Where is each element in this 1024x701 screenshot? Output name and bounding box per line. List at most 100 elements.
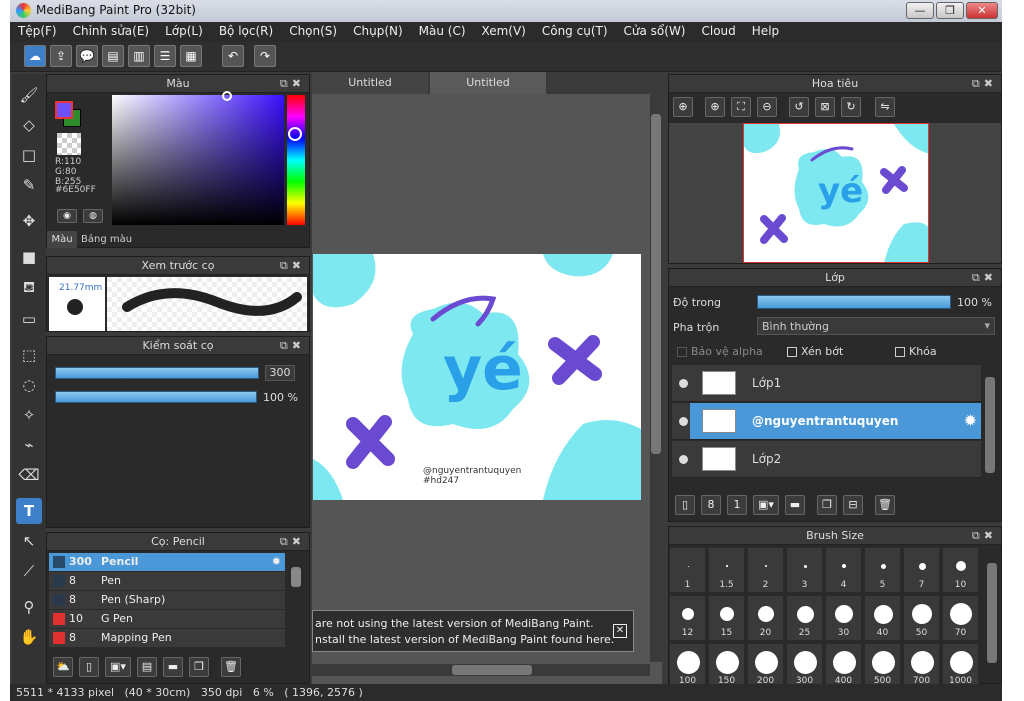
panel-controls-icon[interactable]: ⧉✖ [972, 527, 997, 544]
brush-item-mapping-pen[interactable]: 8 Mapping Pen [49, 629, 285, 647]
merge-layer-icon[interactable]: ⊟ [843, 495, 863, 515]
brush-opacity-slider[interactable] [55, 391, 257, 403]
brush-size-15[interactable]: 15 [708, 595, 745, 641]
panel-controls-icon[interactable]: ⧉✖ [972, 269, 997, 286]
layer-list-scrollbar[interactable] [983, 365, 997, 485]
brush-delete-icon[interactable]: 🗑 [221, 657, 241, 677]
move-tool-icon[interactable]: ✥ [16, 208, 42, 234]
visibility-eye-icon[interactable] [679, 455, 688, 464]
scroll-thumb[interactable] [291, 567, 301, 587]
list-icon[interactable]: ☰ [154, 45, 176, 67]
brush-size-7[interactable]: 7 [903, 547, 940, 593]
menu-view[interactable]: Xem(V) [474, 22, 534, 42]
duplicate-layer-icon[interactable]: ❐ [817, 495, 837, 515]
new-halftone-layer-icon[interactable]: 8 [701, 495, 721, 515]
menu-select[interactable]: Chọn(S) [281, 22, 345, 42]
brush-size-40[interactable]: 40 [864, 595, 901, 641]
doc-tab-1[interactable]: Untitled [312, 72, 428, 94]
select-pen-tool-icon[interactable]: ⌁ [16, 432, 42, 458]
brush-item-pencil[interactable]: 300 Pencil ✹ [49, 553, 285, 571]
protect-alpha-checkbox[interactable] [677, 347, 687, 357]
layer-item-signature[interactable]: @nguyentrantuquyen ✹ [690, 403, 981, 440]
select-eraser-tool-icon[interactable]: ⌫ [16, 462, 42, 488]
zoom-in-icon[interactable]: ⊕ [705, 97, 725, 117]
layer-item-1[interactable]: Lớp1 [672, 365, 981, 402]
brush-cloud-icon[interactable]: ⛅ [53, 657, 73, 677]
panel-controls-icon[interactable]: ⧉✖ [280, 337, 305, 354]
saturation-value-picker[interactable] [112, 91, 284, 225]
grid-icon[interactable]: ▦ [180, 45, 202, 67]
brush-size-30[interactable]: 30 [825, 595, 862, 641]
menu-layer[interactable]: Lớp(L) [157, 22, 211, 42]
transparent-swatch[interactable] [57, 133, 81, 155]
drawing-viewport[interactable]: yé @nguyentrantuquyen #hd247 [312, 94, 648, 662]
menu-tools[interactable]: Công cụ(T) [534, 22, 616, 42]
panel-controls-icon[interactable]: ⧉✖ [280, 533, 305, 550]
brush-size-scrollbar[interactable] [985, 547, 999, 681]
brush-size-4[interactable]: 4 [825, 547, 862, 593]
eraser-tool-icon[interactable]: ◇ [16, 112, 42, 138]
brush-size-100[interactable]: 100 [669, 643, 706, 685]
palette-add-icon[interactable]: ◉ [57, 209, 77, 223]
doc-tab-2[interactable]: Untitled [430, 72, 546, 94]
blend-mode-select[interactable]: Bình thường ▾ [757, 317, 995, 335]
layer-settings-gear-icon[interactable]: ✹ [964, 411, 977, 430]
brush-item-pen[interactable]: 8 Pen [49, 572, 285, 590]
reset-view-icon[interactable]: ⊠ [815, 97, 835, 117]
visibility-eye-icon[interactable] [679, 417, 688, 426]
brush-settings-gear-icon[interactable]: ✹ [272, 553, 281, 571]
layer-item-2[interactable]: Lớp2 [672, 441, 981, 478]
panel-controls-icon[interactable]: ⧉✖ [280, 75, 305, 92]
brush-item-pen-sharp[interactable]: 8 Pen (Sharp) [49, 591, 285, 609]
brush-size-value[interactable]: 300 [265, 365, 295, 381]
notification-close-icon[interactable]: ✕ [613, 624, 627, 638]
flip-icon[interactable]: ⇋ [875, 97, 895, 117]
brush-new-icon[interactable]: ▯ [79, 657, 99, 677]
brush-size-50[interactable]: 50 [903, 595, 940, 641]
menu-file[interactable]: Tệp(F) [10, 22, 65, 42]
fill-rect-tool-icon[interactable]: ■ [16, 244, 42, 270]
brush-size-1000[interactable]: 1000 [942, 643, 979, 685]
scroll-thumb[interactable] [452, 665, 532, 675]
brush-tool-icon[interactable]: 🖌 [16, 82, 42, 108]
brush-size-12[interactable]: 12 [669, 595, 706, 641]
brush-folder-icon[interactable]: ▬ [163, 657, 183, 677]
cloud-icon[interactable]: ☁ [24, 45, 46, 67]
update-notification[interactable]: are not using the latest version of Medi… [312, 610, 634, 652]
page-icon[interactable]: ▥ [128, 45, 150, 67]
canvas-vertical-scrollbar[interactable] [650, 94, 662, 662]
lock-checkbox[interactable] [895, 347, 905, 357]
scroll-thumb[interactable] [987, 563, 997, 663]
zoom-fit-icon[interactable]: ⊕ [673, 97, 693, 117]
close-button[interactable]: ✕ [966, 2, 998, 19]
eyedropper-tool-icon[interactable]: ⚲ [16, 594, 42, 620]
operation-tool-icon[interactable]: ↖ [16, 528, 42, 554]
panel-controls-icon[interactable]: ⧉✖ [972, 75, 997, 92]
artwork-canvas[interactable]: yé @nguyentrantuquyen #hd247 [313, 254, 641, 500]
share-icon[interactable]: ⇪ [50, 45, 72, 67]
hand-tool-icon[interactable]: ✋ [16, 624, 42, 650]
menu-edit[interactable]: Chỉnh sửa(E) [65, 22, 158, 42]
scroll-thumb[interactable] [651, 114, 661, 454]
fit-window-icon[interactable]: ⛶ [731, 97, 751, 117]
brush-copy-icon[interactable]: ❐ [189, 657, 209, 677]
brush-size-25[interactable]: 25 [786, 595, 823, 641]
zoom-out-icon[interactable]: ⊖ [757, 97, 777, 117]
maximize-button[interactable]: ❐ [936, 2, 964, 19]
select-rect-tool-icon[interactable]: ⬚ [16, 342, 42, 368]
menu-filter[interactable]: Bộ lọc(R) [211, 22, 281, 42]
undo-icon[interactable]: ↶ [222, 45, 244, 67]
delete-layer-icon[interactable]: 🗑 [875, 495, 895, 515]
text-tool-icon[interactable]: T [16, 498, 42, 524]
canvas-horizontal-scrollbar[interactable] [312, 664, 650, 676]
brush-list-scrollbar[interactable] [289, 553, 303, 651]
brush-size-400[interactable]: 400 [825, 643, 862, 685]
brush-size-slider[interactable] [55, 367, 259, 379]
brush-size-5[interactable]: 5 [864, 547, 901, 593]
minimize-button[interactable]: — [906, 2, 934, 19]
comment-icon[interactable]: 💬 [76, 45, 98, 67]
magic-wand-tool-icon[interactable]: ✧ [16, 402, 42, 428]
tab-color[interactable]: Màu [47, 231, 77, 248]
menu-window[interactable]: Cửa sổ(W) [616, 22, 694, 42]
lasso-tool-icon[interactable]: ◌ [16, 372, 42, 398]
